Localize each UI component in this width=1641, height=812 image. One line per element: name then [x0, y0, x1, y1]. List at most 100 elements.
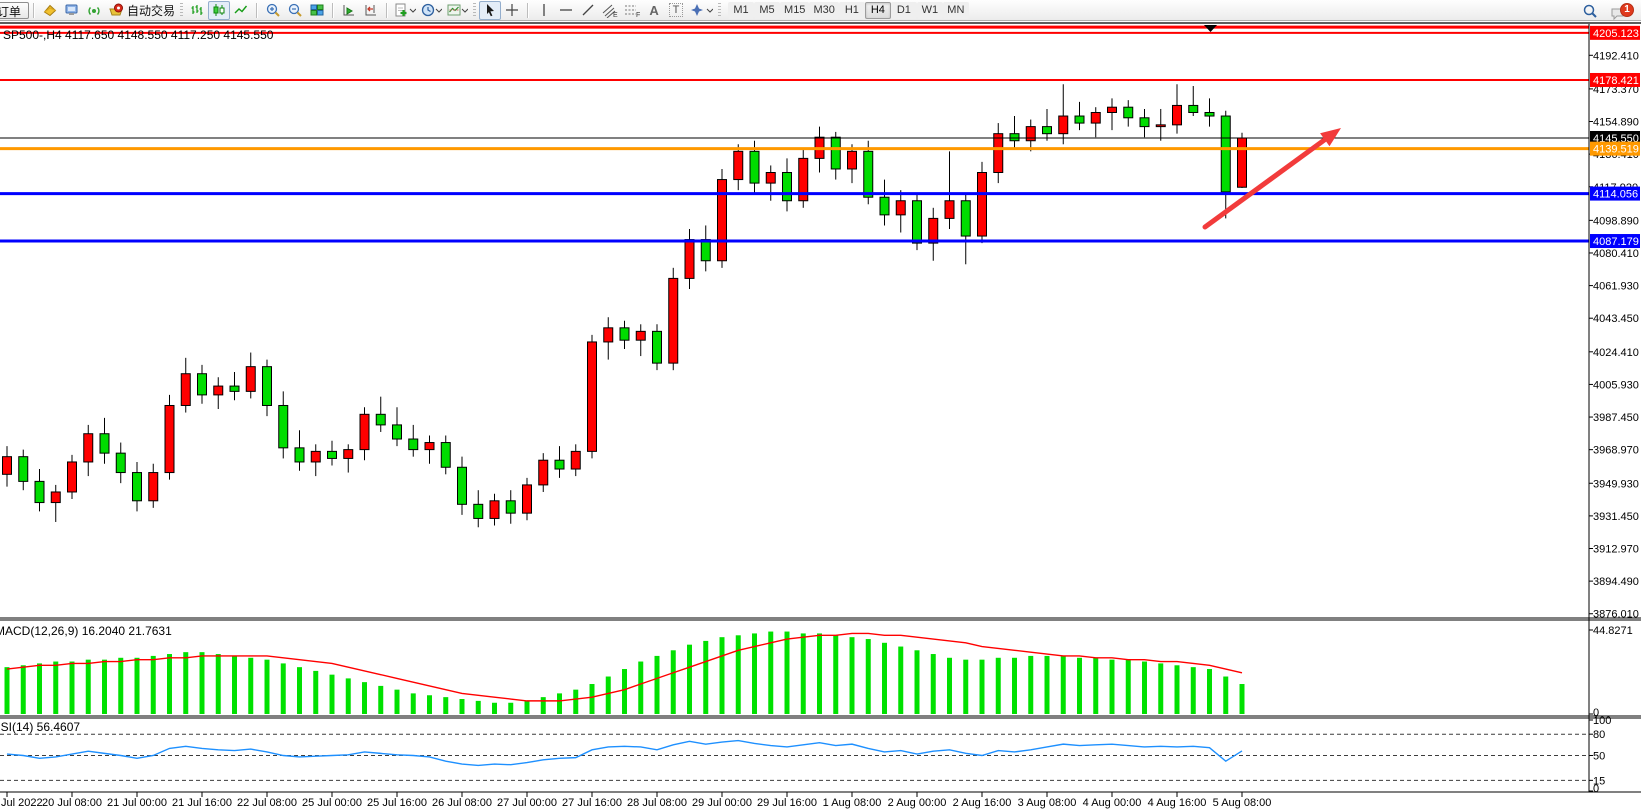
autotrade-icon — [107, 2, 125, 18]
svg-text:4043.450: 4043.450 — [1593, 313, 1639, 325]
bar-chart-button[interactable] — [186, 1, 208, 20]
svg-text:3876.010: 3876.010 — [1593, 609, 1639, 621]
channel-letter: E — [613, 12, 618, 18]
chart-shift-button[interactable] — [360, 1, 382, 20]
new-order-icon — [42, 2, 58, 18]
svg-text:21 Jul 00:00: 21 Jul 00:00 — [107, 797, 167, 809]
svg-text:4005.930: 4005.930 — [1593, 379, 1639, 391]
toolbar-underline — [0, 22, 1641, 24]
tab-timeframe-H4[interactable]: H4 — [865, 2, 891, 19]
arrows-tool-button[interactable] — [687, 1, 715, 20]
svg-text:27 Jul 00:00: 27 Jul 00:00 — [497, 797, 557, 809]
search-icon — [1582, 3, 1598, 19]
zoom-in-icon — [265, 2, 281, 18]
svg-text:4205.123: 4205.123 — [1593, 28, 1639, 40]
signals-button[interactable] — [83, 1, 105, 20]
search-button[interactable] — [1579, 1, 1601, 20]
terminal-button[interactable] — [61, 1, 83, 20]
svg-text:4192.410: 4192.410 — [1593, 50, 1639, 62]
fibonacci-tool-button[interactable]: F — [621, 1, 643, 20]
terminal-icon — [64, 2, 80, 18]
trendline-icon — [580, 2, 596, 18]
vline-icon — [536, 2, 552, 18]
tab-timeframe-M1[interactable]: M1 — [728, 2, 754, 19]
candlestick-button[interactable] — [208, 1, 230, 20]
svg-text:3894.490: 3894.490 — [1593, 576, 1639, 588]
autotrade-button[interactable]: 自动交易 — [105, 1, 177, 20]
label-tool-button[interactable]: T — [665, 1, 687, 20]
vline-tool-button[interactable] — [533, 1, 555, 20]
toolbar-separator — [386, 3, 388, 18]
notifications-button[interactable]: 1 — [1609, 2, 1635, 20]
svg-text:3949.930: 3949.930 — [1593, 478, 1639, 490]
svg-text:4061.930: 4061.930 — [1593, 281, 1639, 293]
cursor-tool-button[interactable] — [479, 1, 501, 20]
toolbar-grip — [180, 3, 183, 18]
arrows-tool-icon — [689, 2, 713, 18]
tab-timeframe-MN[interactable]: MN — [943, 2, 969, 19]
auto-scroll-button[interactable] — [338, 1, 360, 20]
svg-text:5 Aug 08:00: 5 Aug 08:00 — [1213, 797, 1272, 809]
fibonacci-icon: F — [623, 2, 641, 18]
svg-text:80: 80 — [1593, 729, 1605, 741]
svg-text:20 Jul 08:00: 20 Jul 08:00 — [42, 797, 102, 809]
svg-text:4 Aug 16:00: 4 Aug 16:00 — [1148, 797, 1207, 809]
tab-timeframe-D1[interactable]: D1 — [891, 2, 917, 19]
tab-timeframe-M15[interactable]: M15 — [780, 2, 809, 19]
zoom-in-button[interactable] — [262, 1, 284, 20]
trendline-tool-button[interactable] — [577, 1, 599, 20]
template-button[interactable] — [444, 1, 470, 20]
svg-text:26 Jul 08:00: 26 Jul 08:00 — [432, 797, 492, 809]
tab-timeframe-M5[interactable]: M5 — [754, 2, 780, 19]
svg-text:21 Jul 16:00: 21 Jul 16:00 — [172, 797, 232, 809]
svg-text:2 Aug 16:00: 2 Aug 16:00 — [953, 797, 1012, 809]
svg-text:2 Aug 00:00: 2 Aug 00:00 — [888, 797, 947, 809]
auto-scroll-icon — [341, 2, 357, 18]
timeframe-group: M1M5M15M30H1H4D1W1MN — [728, 2, 969, 19]
order-button[interactable]: 订单 — [0, 2, 29, 19]
line-chart-button[interactable] — [230, 1, 252, 20]
text-tool-button[interactable]: A — [643, 1, 665, 20]
tab-timeframe-M30[interactable]: M30 — [809, 2, 838, 19]
chart-canvas[interactable]: 4192.4104173.3704154.8904136.4104117.920… — [0, 0, 1641, 812]
svg-text:4139.519: 4139.519 — [1593, 144, 1639, 156]
svg-text:29 Jul 00:00: 29 Jul 00:00 — [692, 797, 752, 809]
tile-windows-icon — [309, 2, 325, 18]
svg-text:1 Aug 08:00: 1 Aug 08:00 — [823, 797, 882, 809]
svg-text:100: 100 — [1593, 715, 1611, 727]
add-indicator-button[interactable] — [392, 1, 418, 20]
hline-tool-button[interactable] — [555, 1, 577, 20]
template-icon — [446, 2, 468, 18]
svg-text:0: 0 — [1593, 783, 1599, 795]
add-indicator-icon — [394, 2, 416, 18]
svg-text:27 Jul 16:00: 27 Jul 16:00 — [562, 797, 622, 809]
clock-icon — [420, 2, 442, 18]
chart-shift-icon — [363, 2, 379, 18]
toolbar-separator — [332, 3, 334, 18]
equidistant-channel-icon: E — [601, 2, 619, 18]
svg-text:22 Jul 08:00: 22 Jul 08:00 — [237, 797, 297, 809]
channel-tool-button[interactable]: E — [599, 1, 621, 20]
toolbar-separator — [33, 3, 35, 18]
svg-text:3 Aug 08:00: 3 Aug 08:00 — [1018, 797, 1077, 809]
svg-text:4154.890: 4154.890 — [1593, 117, 1639, 129]
crosshair-icon — [504, 2, 520, 18]
toolbar-right-group: 1 — [1579, 1, 1635, 20]
svg-text:25 Jul 16:00: 25 Jul 16:00 — [367, 797, 427, 809]
svg-text:28 Jul 08:00: 28 Jul 08:00 — [627, 797, 687, 809]
tab-timeframe-W1[interactable]: W1 — [917, 2, 943, 19]
svg-text:3968.970: 3968.970 — [1593, 445, 1639, 457]
period-button[interactable] — [418, 1, 444, 20]
new-order-button[interactable] — [39, 1, 61, 20]
svg-text:3912.970: 3912.970 — [1593, 544, 1639, 556]
autotrade-label: 自动交易 — [127, 2, 175, 19]
crosshair-tool-button[interactable] — [501, 1, 523, 20]
zoom-out-button[interactable] — [284, 1, 306, 20]
svg-text:4080.410: 4080.410 — [1593, 248, 1639, 260]
svg-text:4 Aug 00:00: 4 Aug 00:00 — [1083, 797, 1142, 809]
svg-text:29 Jul 16:00: 29 Jul 16:00 — [757, 797, 817, 809]
svg-text:4098.890: 4098.890 — [1593, 215, 1639, 227]
tab-timeframe-H1[interactable]: H1 — [839, 2, 865, 19]
tile-windows-button[interactable] — [306, 1, 328, 20]
toolbar-separator — [256, 3, 258, 18]
